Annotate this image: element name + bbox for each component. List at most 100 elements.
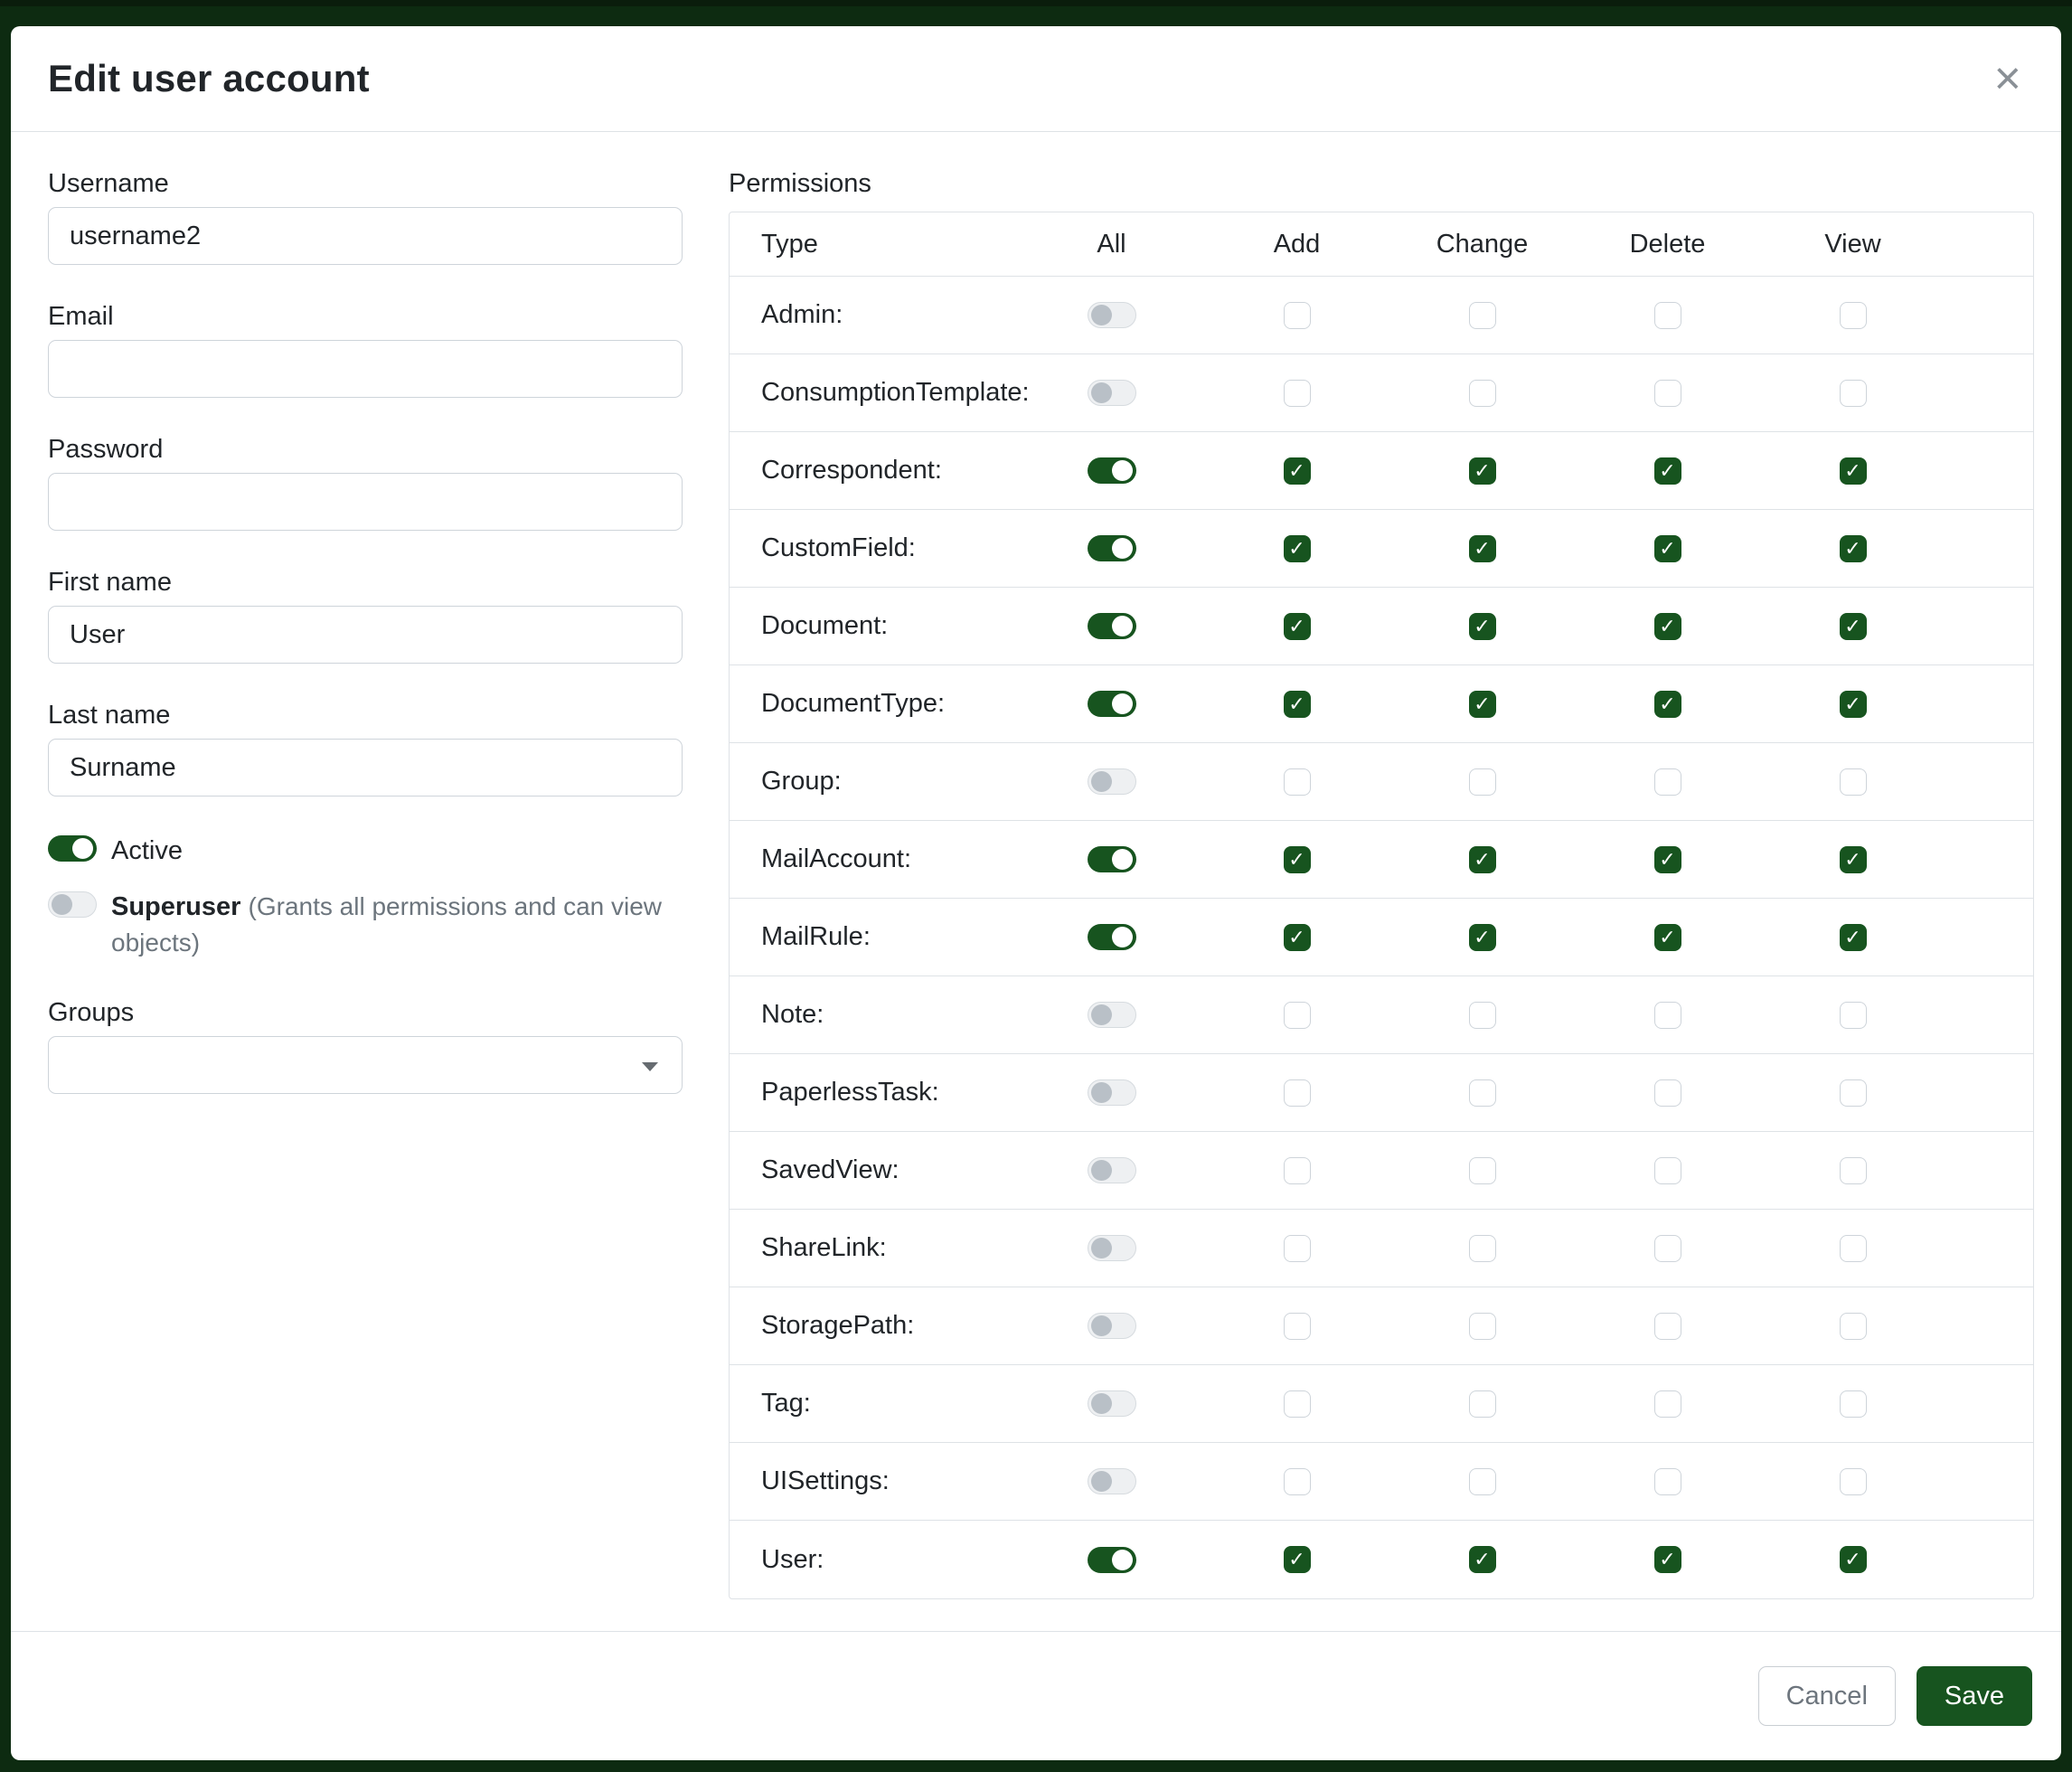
permission-change-checkbox[interactable]: ✓: [1469, 457, 1496, 485]
permission-delete-checkbox[interactable]: ✓: [1654, 535, 1681, 562]
permission-add-checkbox[interactable]: [1284, 1468, 1311, 1495]
permission-add-checkbox[interactable]: ✓: [1284, 1546, 1311, 1573]
permission-delete-checkbox[interactable]: [1654, 1313, 1681, 1340]
permission-delete-checkbox[interactable]: [1654, 1002, 1681, 1029]
last-name-field-group: Last name: [48, 700, 683, 796]
permission-add-checkbox[interactable]: [1284, 1157, 1311, 1184]
permission-view-checkbox[interactable]: ✓: [1840, 535, 1867, 562]
permission-all-toggle[interactable]: [1088, 1157, 1136, 1183]
permission-change-checkbox[interactable]: [1469, 1079, 1496, 1107]
permission-view-checkbox[interactable]: [1840, 1157, 1867, 1184]
permission-delete-checkbox[interactable]: [1654, 380, 1681, 407]
permission-delete-checkbox[interactable]: ✓: [1654, 924, 1681, 951]
permission-view-checkbox[interactable]: [1840, 302, 1867, 329]
permission-add-checkbox[interactable]: [1284, 380, 1311, 407]
permission-add-checkbox[interactable]: ✓: [1284, 924, 1311, 951]
permission-delete-checkbox[interactable]: ✓: [1654, 691, 1681, 718]
toggle-knob: [1091, 305, 1112, 325]
permission-view-checkbox[interactable]: [1840, 768, 1867, 796]
permission-delete-checkbox[interactable]: [1654, 1468, 1681, 1495]
permission-change-checkbox[interactable]: ✓: [1469, 691, 1496, 718]
permission-change-checkbox[interactable]: [1469, 302, 1496, 329]
permission-view-checkbox[interactable]: [1840, 1313, 1867, 1340]
permission-add-checkbox[interactable]: [1284, 1235, 1311, 1262]
permission-delete-checkbox[interactable]: [1654, 1157, 1681, 1184]
permission-all-toggle[interactable]: [1088, 1313, 1136, 1339]
permission-change-checkbox[interactable]: ✓: [1469, 846, 1496, 873]
permission-delete-checkbox[interactable]: ✓: [1654, 846, 1681, 873]
permission-view-checkbox[interactable]: [1840, 380, 1867, 407]
permission-view-checkbox[interactable]: [1840, 1002, 1867, 1029]
permission-all-toggle[interactable]: [1088, 1547, 1136, 1573]
permission-add-checkbox[interactable]: ✓: [1284, 535, 1311, 562]
permission-delete-checkbox[interactable]: ✓: [1654, 457, 1681, 485]
permission-row: MailAccount: ✓ ✓ ✓ ✓: [730, 821, 2033, 899]
password-field[interactable]: [48, 473, 683, 531]
permission-all-toggle[interactable]: [1088, 1390, 1136, 1417]
permission-add-checkbox[interactable]: [1284, 1313, 1311, 1340]
permission-view-checkbox[interactable]: [1840, 1079, 1867, 1107]
close-icon[interactable]: ×: [1994, 55, 2021, 102]
permission-delete-checkbox[interactable]: [1654, 1235, 1681, 1262]
permission-change-checkbox[interactable]: [1469, 1157, 1496, 1184]
permission-add-checkbox[interactable]: [1284, 1002, 1311, 1029]
permission-all-toggle[interactable]: [1088, 613, 1136, 639]
permission-add-checkbox[interactable]: ✓: [1284, 691, 1311, 718]
permission-all-toggle[interactable]: [1088, 846, 1136, 872]
permission-add-checkbox[interactable]: ✓: [1284, 613, 1311, 640]
permission-add-checkbox[interactable]: ✓: [1284, 846, 1311, 873]
permission-add-checkbox[interactable]: [1284, 768, 1311, 796]
first-name-field-group: First name: [48, 567, 683, 664]
permission-all-toggle[interactable]: [1088, 1079, 1136, 1106]
permission-change-checkbox[interactable]: [1469, 1235, 1496, 1262]
last-name-input[interactable]: [48, 739, 683, 796]
permission-add-checkbox[interactable]: [1284, 1079, 1311, 1107]
email-field[interactable]: [48, 340, 683, 398]
permission-add-checkbox[interactable]: ✓: [1284, 457, 1311, 485]
permission-view-checkbox[interactable]: ✓: [1840, 924, 1867, 951]
permission-view-checkbox[interactable]: ✓: [1840, 1546, 1867, 1573]
permission-change-checkbox[interactable]: [1469, 1002, 1496, 1029]
first-name-input[interactable]: [48, 606, 683, 664]
permission-view-checkbox[interactable]: ✓: [1840, 846, 1867, 873]
permission-change-checkbox[interactable]: [1469, 1313, 1496, 1340]
permission-delete-checkbox[interactable]: [1654, 1390, 1681, 1418]
permission-add-checkbox[interactable]: [1284, 302, 1311, 329]
permission-change-checkbox[interactable]: [1469, 768, 1496, 796]
username-input[interactable]: [48, 207, 683, 265]
superuser-toggle[interactable]: [48, 891, 97, 918]
groups-select[interactable]: [48, 1036, 683, 1094]
permission-all-toggle[interactable]: [1088, 1002, 1136, 1028]
permission-all-toggle[interactable]: [1088, 535, 1136, 561]
permission-all-toggle[interactable]: [1088, 380, 1136, 406]
permission-all-toggle[interactable]: [1088, 768, 1136, 795]
permission-view-checkbox[interactable]: [1840, 1390, 1867, 1418]
permission-view-checkbox[interactable]: [1840, 1235, 1867, 1262]
permission-delete-checkbox[interactable]: ✓: [1654, 1546, 1681, 1573]
save-button[interactable]: Save: [1917, 1666, 2032, 1726]
permission-change-checkbox[interactable]: [1469, 1390, 1496, 1418]
permission-all-toggle[interactable]: [1088, 1468, 1136, 1494]
permission-change-checkbox[interactable]: ✓: [1469, 613, 1496, 640]
permission-change-checkbox[interactable]: ✓: [1469, 924, 1496, 951]
permission-all-toggle[interactable]: [1088, 457, 1136, 484]
permission-all-toggle[interactable]: [1088, 924, 1136, 950]
cancel-button[interactable]: Cancel: [1758, 1666, 1896, 1726]
permission-all-toggle[interactable]: [1088, 302, 1136, 328]
permission-change-checkbox[interactable]: [1469, 1468, 1496, 1495]
permission-delete-checkbox[interactable]: [1654, 302, 1681, 329]
active-toggle[interactable]: [48, 835, 97, 862]
permission-add-checkbox[interactable]: [1284, 1390, 1311, 1418]
permission-delete-checkbox[interactable]: ✓: [1654, 613, 1681, 640]
permission-all-toggle[interactable]: [1088, 691, 1136, 717]
permission-view-checkbox[interactable]: ✓: [1840, 457, 1867, 485]
permission-view-checkbox[interactable]: [1840, 1468, 1867, 1495]
permission-delete-checkbox[interactable]: [1654, 768, 1681, 796]
permission-all-toggle[interactable]: [1088, 1235, 1136, 1261]
permission-change-checkbox[interactable]: ✓: [1469, 1546, 1496, 1573]
permission-view-checkbox[interactable]: ✓: [1840, 613, 1867, 640]
permission-delete-checkbox[interactable]: [1654, 1079, 1681, 1107]
permission-change-checkbox[interactable]: [1469, 380, 1496, 407]
permission-view-checkbox[interactable]: ✓: [1840, 691, 1867, 718]
permission-change-checkbox[interactable]: ✓: [1469, 535, 1496, 562]
